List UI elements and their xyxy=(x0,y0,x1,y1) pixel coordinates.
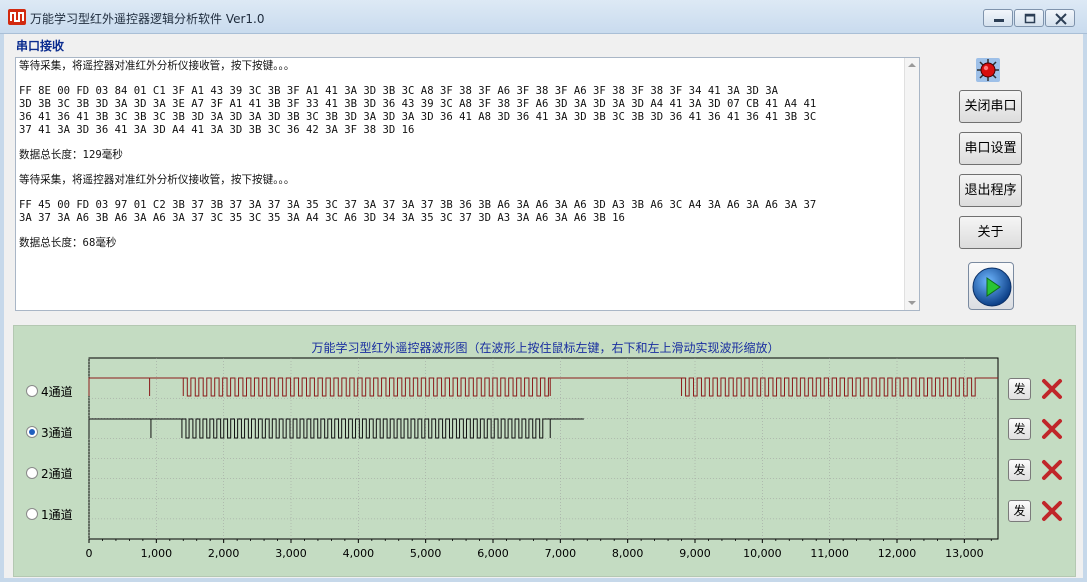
delete-channel-3-icon[interactable] xyxy=(1041,418,1063,440)
channel-4-label: 4通道 xyxy=(41,384,73,399)
channel-3-radio[interactable]: 3通道 xyxy=(26,424,73,440)
x-tick-label: 4,000 xyxy=(343,547,375,560)
radio-button-checked[interactable] xyxy=(26,426,38,438)
start-capture-button[interactable] xyxy=(968,262,1014,310)
serial-text-line: 数据总长度：68毫秒 xyxy=(19,237,117,249)
x-tick-label: 13,000 xyxy=(945,547,984,560)
x-tick-label: 11,000 xyxy=(810,547,849,560)
waveform-chart[interactable]: 0 1,000 2,000 3,000 4,000 5,000 6,000 7,000 8,00… xyxy=(14,326,1077,578)
send-channel-3-button[interactable]: 发 xyxy=(1008,418,1031,440)
maximize-button[interactable] xyxy=(1014,9,1044,27)
title-bar: 万能学习型红外遥控器逻辑分析软件 Ver1.0 xyxy=(0,0,1087,34)
channel-1-radio[interactable]: 1通道 xyxy=(26,506,73,522)
x-tick-label: 1,000 xyxy=(141,547,173,560)
serial-text-line: 37 41 3A 3D 36 41 3A 3D A4 41 3A 3D 3B 3… xyxy=(19,124,415,136)
red-led-icon xyxy=(975,57,1001,83)
plot-area xyxy=(88,357,999,540)
vertical-scrollbar[interactable] xyxy=(904,58,919,310)
radio-button[interactable] xyxy=(26,508,38,520)
x-tick-label: 8,000 xyxy=(612,547,644,560)
send-channel-4-button[interactable]: 发 xyxy=(1008,378,1031,400)
serial-receive-label: 串口接收 xyxy=(16,39,65,53)
radio-button[interactable] xyxy=(26,467,38,479)
x-tick-label: 0 xyxy=(86,547,93,560)
x-tick-label: 3,000 xyxy=(275,547,307,560)
exit-program-button[interactable]: 退出程序 xyxy=(959,174,1022,207)
waveform-panel: 万能学习型红外遥控器波形图（在波形上按住鼠标左键，右下和左上滑动实现波形缩放） … xyxy=(13,325,1076,577)
serial-text-line: FF 45 00 FD 03 97 01 C2 3B 37 3B 37 3A 3… xyxy=(19,199,817,211)
serial-receive-textbox[interactable]: 等待采集，将遥控器对准红外分析仪接收管，按下按键。。。 FF 8E 00 FD 0… xyxy=(15,57,920,311)
delete-channel-2-icon[interactable] xyxy=(1041,459,1063,481)
x-tick-label: 9,000 xyxy=(679,547,711,560)
x-tick-label: 5,000 xyxy=(410,547,442,560)
channel-1-label: 1通道 xyxy=(41,507,73,522)
send-channel-1-button[interactable]: 发 xyxy=(1008,500,1031,522)
serial-text-line: 等待采集，将遥控器对准红外分析仪接收管，按下按键。。。 xyxy=(19,174,295,186)
about-button[interactable]: 关于 xyxy=(959,216,1022,249)
channel-4-radio[interactable]: 4通道 xyxy=(26,383,73,399)
serial-receive-text: 等待采集，将遥控器对准红外分析仪接收管，按下按键。。。 FF 8E 00 FD 0… xyxy=(19,60,899,250)
main-client-area: 串口接收 等待采集，将遥控器对准红外分析仪接收管，按下按键。。。 FF 8E 00… xyxy=(4,34,1083,578)
delete-channel-1-icon[interactable] xyxy=(1041,500,1063,522)
x-tick-label: 6,000 xyxy=(477,547,509,560)
scroll-down-icon[interactable] xyxy=(908,301,916,305)
x-tick-label: 10,000 xyxy=(743,547,782,560)
serial-text-line: 3A 37 3A A6 3B A6 3A A6 3A 37 3C 35 3C 3… xyxy=(19,212,625,224)
minimize-button[interactable] xyxy=(983,9,1013,27)
channel-2-radio[interactable]: 2通道 xyxy=(26,465,73,481)
port-settings-button[interactable]: 串口设置 xyxy=(959,132,1022,165)
serial-text-line: FF 8E 00 FD 03 84 01 C1 3F A1 43 39 3C 3… xyxy=(19,85,778,97)
serial-text-line: 36 41 36 41 3B 3C 3B 3C 3B 3D 3A 3D 3A 3… xyxy=(19,111,817,123)
radio-button[interactable] xyxy=(26,385,38,397)
close-icon xyxy=(1055,13,1067,25)
x-tick-label: 2,000 xyxy=(208,547,240,560)
channel-3-label: 3通道 xyxy=(41,425,73,440)
logic-analyzer-icon xyxy=(8,9,26,25)
serial-text-line: 数据总长度：129毫秒 xyxy=(19,149,123,161)
send-channel-2-button[interactable]: 发 xyxy=(1008,459,1031,481)
channel-2-label: 2通道 xyxy=(41,466,73,481)
minimize-icon xyxy=(994,19,1004,22)
serial-text-line: 3D 3B 3C 3B 3D 3A 3D 3A 3E A7 3F A1 41 3… xyxy=(19,98,817,110)
close-port-button[interactable]: 关闭串口 xyxy=(959,90,1022,123)
window-title: 万能学习型红外遥控器逻辑分析软件 Ver1.0 xyxy=(30,12,265,26)
x-tick-label: 12,000 xyxy=(878,547,917,560)
serial-text-line: 等待采集，将遥控器对准红外分析仪接收管，按下按键。。。 xyxy=(19,60,295,72)
close-window-button[interactable] xyxy=(1045,9,1075,27)
x-tick-label: 7,000 xyxy=(545,547,577,560)
maximize-icon xyxy=(1024,13,1036,24)
scroll-up-icon[interactable] xyxy=(908,63,916,67)
play-icon xyxy=(972,267,1012,307)
delete-channel-4-icon[interactable] xyxy=(1041,378,1063,400)
